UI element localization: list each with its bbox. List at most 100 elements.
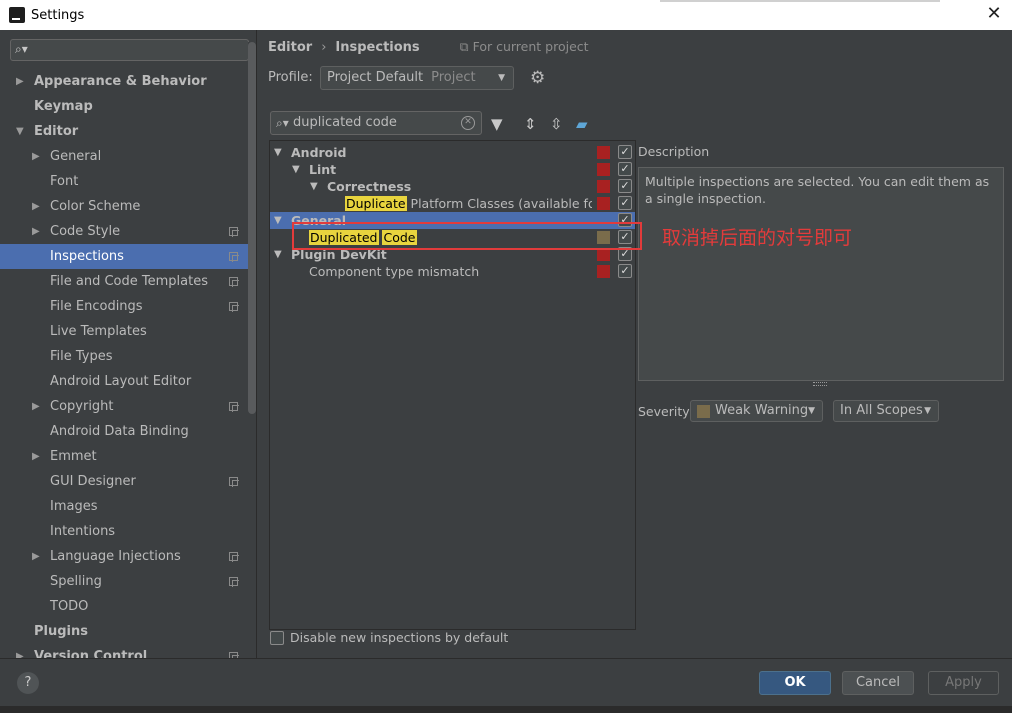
severity-dropdown[interactable]: Weak Warning ▼ bbox=[690, 400, 823, 422]
scope-dropdown[interactable]: In All Scopes ▼ bbox=[833, 400, 939, 422]
breadcrumb-current: Inspections bbox=[335, 39, 420, 55]
inspection-label-text: Component type mismatch bbox=[309, 264, 480, 279]
inspection-tree: ▼ Android ✓ ▼ Lint ✓ ▼ Correctness ✓ Duplicate Pl… bbox=[269, 140, 636, 630]
splitter-grip[interactable] bbox=[813, 382, 827, 386]
sidebar-item-version-control[interactable]: ▶ Version Control bbox=[0, 644, 248, 658]
project-scope-icon bbox=[229, 577, 239, 587]
gear-icon[interactable]: ⚙ bbox=[530, 68, 545, 88]
expand-all-icon[interactable]: ⇕ bbox=[524, 115, 537, 133]
severity-swatch bbox=[597, 265, 610, 278]
enabled-checkbox[interactable]: ✓ bbox=[618, 196, 632, 210]
expand-arrow-icon[interactable]: ▼ bbox=[292, 161, 300, 178]
expand-arrow-icon[interactable]: ▼ bbox=[274, 212, 282, 229]
inspection-label: Duplicate Platform Classes (available fo… bbox=[345, 195, 592, 212]
collapse-arrow-icon[interactable]: ▶ bbox=[32, 544, 40, 569]
inspection-label: Lint bbox=[309, 161, 336, 178]
collapse-arrow-icon[interactable]: ▶ bbox=[32, 219, 40, 244]
project-scope-icon bbox=[229, 227, 239, 237]
sidebar-item-intentions[interactable]: Intentions bbox=[0, 519, 248, 544]
close-icon[interactable]: ✕ bbox=[984, 4, 1004, 24]
help-icon[interactable]: ? bbox=[17, 672, 39, 694]
collapse-arrow-icon[interactable]: ▶ bbox=[32, 194, 40, 219]
disable-new-inspections-checkbox[interactable]: Disable new inspections by default bbox=[270, 630, 508, 645]
severity-value: Weak Warning bbox=[715, 403, 809, 418]
inspection-row[interactable]: ▼ Lint ✓ bbox=[270, 161, 635, 178]
collapse-arrow-icon[interactable]: ▶ bbox=[32, 394, 40, 419]
disable-new-label: Disable new inspections by default bbox=[290, 630, 509, 645]
sidebar-item-label: Color Scheme bbox=[50, 199, 141, 214]
expand-arrow-icon[interactable]: ▼ bbox=[16, 119, 24, 144]
chevron-down-icon: ▼ bbox=[808, 406, 815, 416]
project-scope-icon bbox=[229, 252, 239, 262]
sidebar-item-images[interactable]: Images bbox=[0, 494, 248, 519]
sidebar-item-todo[interactable]: TODO bbox=[0, 594, 248, 619]
sidebar-item-font[interactable]: Font bbox=[0, 169, 248, 194]
collapse-arrow-icon[interactable]: ▶ bbox=[32, 444, 40, 469]
sidebar-item-label: Keymap bbox=[34, 99, 93, 114]
weak-warning-swatch bbox=[697, 405, 710, 418]
sidebar-item-live-templates[interactable]: Live Templates bbox=[0, 319, 248, 344]
settings-search-input[interactable]: ⌕▾ bbox=[10, 39, 249, 61]
profile-secondary: Project bbox=[431, 70, 476, 85]
project-scope-icon bbox=[229, 552, 239, 562]
sidebar-item-spelling[interactable]: Spelling bbox=[0, 569, 248, 594]
collapse-all-icon[interactable]: ⇳ bbox=[550, 115, 563, 133]
apply-button[interactable]: Apply bbox=[928, 671, 999, 695]
ok-button[interactable]: OK bbox=[759, 671, 831, 695]
filter-icon[interactable]: ▼ bbox=[491, 115, 503, 133]
severity-swatch bbox=[597, 146, 610, 159]
enabled-checkbox[interactable]: ✓ bbox=[618, 264, 632, 278]
collapse-arrow-icon[interactable]: ▶ bbox=[32, 144, 40, 169]
sidebar-item-label: Emmet bbox=[50, 449, 97, 464]
sidebar-item-appearance-behavior[interactable]: ▶ Appearance & Behavior bbox=[0, 69, 248, 94]
search-icon: ⌕▾ bbox=[276, 116, 289, 130]
inspection-row[interactable]: Component type mismatch ✓ bbox=[270, 263, 635, 280]
sidebar-item-file-and-code-templates[interactable]: File and Code Templates bbox=[0, 269, 248, 294]
sidebar-item-file-encodings[interactable]: File Encodings bbox=[0, 294, 248, 319]
inspection-row[interactable]: ▼ Android ✓ bbox=[270, 144, 635, 161]
sidebar-item-label: Images bbox=[50, 499, 98, 514]
annotation-note: 取消掉后面的对号即可 bbox=[662, 227, 853, 249]
sidebar-item-inspections[interactable]: Inspections bbox=[0, 244, 248, 269]
checkbox-box[interactable] bbox=[270, 630, 284, 645]
sidebar-item-keymap[interactable]: Keymap bbox=[0, 94, 248, 119]
sidebar-scrollbar-thumb[interactable] bbox=[248, 42, 256, 414]
expand-arrow-icon[interactable]: ▼ bbox=[274, 246, 282, 263]
sidebar-item-label: Intentions bbox=[50, 524, 116, 539]
inspection-row[interactable]: Duplicate Platform Classes (available fo… bbox=[270, 195, 635, 212]
collapse-arrow-icon[interactable]: ▶ bbox=[16, 69, 24, 94]
sidebar-item-gui-designer[interactable]: GUI Designer bbox=[0, 469, 248, 494]
clear-search-icon[interactable]: ✕ bbox=[461, 116, 475, 130]
enabled-checkbox[interactable]: ✓ bbox=[618, 145, 632, 159]
enabled-checkbox[interactable]: ✓ bbox=[618, 162, 632, 176]
sidebar-item-editor[interactable]: ▼ Editor bbox=[0, 119, 248, 144]
inspection-row[interactable]: ▼ Correctness ✓ bbox=[270, 178, 635, 195]
sidebar-item-copyright[interactable]: ▶ Copyright bbox=[0, 394, 248, 419]
sidebar-item-label: Editor bbox=[34, 124, 79, 139]
sidebar-item-plugins[interactable]: Plugins bbox=[0, 619, 248, 644]
reset-eraser-icon[interactable]: ▰ bbox=[576, 115, 588, 133]
sidebar-item-label: Spelling bbox=[50, 574, 102, 589]
breadcrumb-parent[interactable]: Editor bbox=[268, 40, 312, 55]
chevron-down-icon: ▼ bbox=[924, 406, 931, 416]
sidebar-item-file-types[interactable]: File Types bbox=[0, 344, 248, 369]
severity-swatch bbox=[597, 197, 610, 210]
expand-arrow-icon[interactable]: ▼ bbox=[274, 144, 282, 161]
sidebar-item-code-style[interactable]: ▶ Code Style bbox=[0, 219, 248, 244]
expand-arrow-icon[interactable]: ▼ bbox=[310, 178, 318, 195]
sidebar-item-label: File Types bbox=[50, 349, 113, 364]
sidebar-item-android-layout-editor[interactable]: Android Layout Editor bbox=[0, 369, 248, 394]
inspections-page: Editor › Inspections ⧉ For current proje… bbox=[258, 30, 1012, 658]
enabled-checkbox[interactable]: ✓ bbox=[618, 179, 632, 193]
sidebar-item-color-scheme[interactable]: ▶ Color Scheme bbox=[0, 194, 248, 219]
inspection-filter-input[interactable]: ⌕▾ duplicated code ✕ bbox=[270, 111, 482, 135]
collapse-arrow-icon[interactable]: ▶ bbox=[16, 644, 24, 658]
intellij-app-icon bbox=[9, 7, 25, 23]
cancel-button[interactable]: Cancel bbox=[842, 671, 914, 695]
profile-dropdown[interactable]: Project Default Project ▼ bbox=[320, 66, 514, 90]
sidebar-item-android-data-binding[interactable]: Android Data Binding bbox=[0, 419, 248, 444]
sidebar-item-emmet[interactable]: ▶ Emmet bbox=[0, 444, 248, 469]
inspection-label-text: Platform Classes (available for Ar bbox=[410, 196, 592, 211]
sidebar-item-language-injections[interactable]: ▶ Language Injections bbox=[0, 544, 248, 569]
sidebar-item-general[interactable]: ▶ General bbox=[0, 144, 248, 169]
